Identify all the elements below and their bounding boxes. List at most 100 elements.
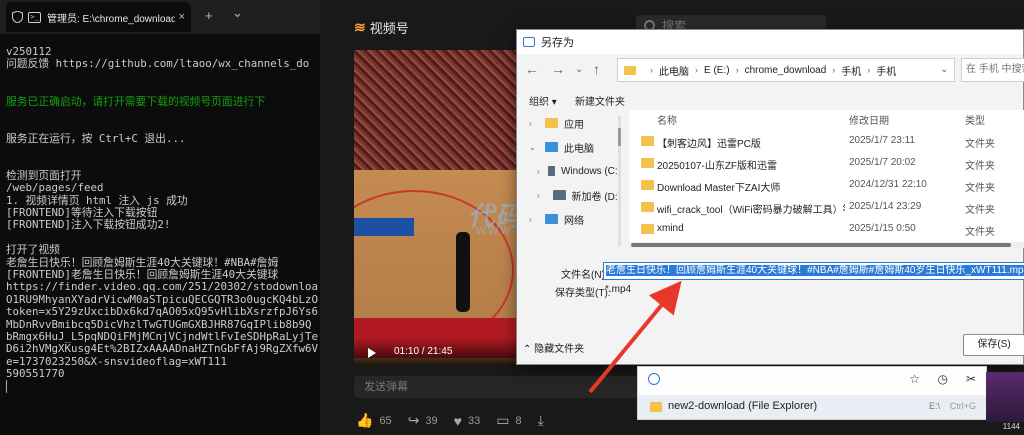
filetype-select[interactable]: *.mp4 [605, 284, 631, 295]
breadcrumb-separator-icon: › [735, 65, 739, 75]
file-row[interactable]: wifi_crack_tool（WiFi密码暴力破解工具）等1... 2025/1… [629, 196, 1024, 218]
chevron-right-icon: › [537, 166, 540, 176]
download-icon: ⤓ [537, 412, 544, 428]
share-button[interactable]: ↪ 39 [408, 412, 438, 429]
file-type: 文件夹 [965, 227, 995, 238]
terminal-line: https://finder.video.qq.com/251/20302/st… [6, 280, 319, 294]
save-as-dialog[interactable]: 另存为 ← → ⌄ ↑ › 此电脑 › E (E:) › chrome_down… [516, 29, 1024, 365]
file-row[interactable]: Download Master下ZAI大师 2024/12/31 22:10 文件夹 [629, 174, 1024, 196]
terminal-line: /web/pages/feed [6, 181, 104, 195]
terminal-line: ▏ [6, 379, 13, 393]
hide-folders-toggle[interactable]: ⌃ 隐藏文件夹 [523, 340, 584, 355]
nav-item-d-drive[interactable]: › 新加卷 (D:) [517, 184, 621, 206]
terminal-tab-title: 管理员: E:\chrome_download\ [47, 13, 175, 25]
star-icon[interactable]: ☆ [909, 372, 920, 386]
terminal-line: 打开了视频 [6, 243, 60, 257]
breadcrumb-item[interactable]: chrome_download [745, 65, 827, 76]
launcher-result-item[interactable]: new2-download (File Explorer) E:\ Ctrl+G [638, 395, 986, 419]
save-button[interactable]: 保存(S) [963, 334, 1024, 356]
scrollbar-thumb[interactable] [618, 128, 621, 146]
computer-icon [545, 142, 558, 152]
nav-item-label: 此电脑 [564, 143, 594, 155]
window-icon [523, 37, 535, 47]
forward-icon[interactable]: → [551, 61, 565, 77]
new-tab-button[interactable]: + [205, 9, 213, 23]
file-row[interactable]: xmind 2025/1/15 0:50 文件夹 [629, 218, 1024, 240]
play-icon[interactable] [368, 348, 376, 358]
filename-value: 老詹生日快乐！回顾詹姆斯生涯40大关键球！#NBA#詹姆斯#詹姆斯40岁生日快乐… [606, 265, 1024, 276]
filetype-label: 保存类型(T): [555, 288, 611, 299]
comment-icon: ▭ [496, 412, 510, 428]
column-header-name[interactable]: 名称 [657, 112, 677, 127]
launcher-search-bar[interactable]: ☆ ◷ ✂ [638, 367, 986, 393]
clock-icon[interactable]: ◷ [938, 372, 948, 386]
tools-icon[interactable]: ✂ [966, 372, 976, 386]
comment-button[interactable]: ▭ 8 [496, 412, 521, 429]
terminal-output[interactable]: v250112 问题反馈 https://github.com/ltaoo/wx_… [0, 34, 320, 435]
breadcrumb-item[interactable]: 手机 [841, 63, 861, 78]
file-type: 文件夹 [965, 205, 995, 216]
breadcrumb-item[interactable]: 手机 [876, 63, 896, 78]
channels-logo[interactable]: ≋ 视频号 [354, 18, 409, 37]
up-icon[interactable]: ↑ [593, 61, 600, 77]
launcher-item-shortcut: Ctrl+G [949, 401, 976, 411]
file-date: 2024/12/31 22:10 [849, 179, 927, 190]
action-bar: 👍 65 ↪ 39 ♥ 33 ▭ 8 ⤓ [356, 412, 566, 429]
chevron-right-icon: › [529, 214, 532, 224]
file-name: 20250107-山东ZF版和迅雷 [657, 161, 778, 172]
network-icon [545, 214, 558, 224]
breadcrumb-item[interactable]: 此电脑 [659, 63, 689, 78]
tab-dropdown-icon[interactable]: ⌄ [232, 6, 243, 20]
comment-count: 8 [515, 414, 522, 427]
breadcrumb-item[interactable]: E (E:) [704, 65, 730, 76]
organize-button[interactable]: 组织 ▾ [529, 93, 557, 108]
file-name: Download Master下ZAI大师 [657, 183, 781, 194]
terminal-tab[interactable]: >_ 管理员: E:\chrome_download\ × [6, 2, 191, 32]
close-tab-icon[interactable]: × [179, 11, 185, 23]
new-folder-button[interactable]: 新建文件夹 [575, 93, 625, 108]
scrollbar-thumb[interactable] [631, 243, 1011, 247]
nav-item-c-drive[interactable]: › Windows (C:) [517, 160, 621, 182]
search-icon [648, 373, 660, 385]
breadcrumb-separator-icon: › [695, 65, 698, 75]
file-row[interactable]: 20250107-山东ZF版和迅雷 2025/1/7 20:02 文件夹 [629, 152, 1024, 174]
chevron-down-icon[interactable]: ⌄ [940, 64, 948, 75]
folder-icon [650, 402, 662, 412]
folder-icon [641, 180, 654, 190]
filename-input[interactable]: 老詹生日快乐！回顾詹姆斯生涯40大关键球！#NBA#詹姆斯#詹姆斯40岁生日快乐… [603, 262, 1024, 280]
terminal-window[interactable]: >_ 管理员: E:\chrome_download\ × + ⌄ v25011… [0, 0, 320, 435]
terminal-line: token=x5Y29zUxcibDx6kd7qAO05xQ95vHlibXsr… [6, 305, 319, 319]
recent-chevron-icon[interactable]: ⌄ [575, 64, 583, 75]
file-name: wifi_crack_tool（WiFi密码暴力破解工具）等1... [657, 205, 845, 216]
launcher-popup[interactable]: ☆ ◷ ✂ new2-download (File Explorer) E:\ … [637, 366, 987, 420]
address-bar[interactable]: › 此电脑 › E (E:) › chrome_download › 手机 › … [617, 58, 955, 82]
like-button[interactable]: 👍 65 [356, 412, 392, 429]
terminal-line: 问题反馈 https://github.com/ltaoo/wx_channel… [6, 57, 310, 71]
file-list: 名称 修改日期 类型 【刺客边风】迅雷PC版 2025/1/7 23:11 文件夹 2… [629, 110, 1024, 246]
dialog-search-input[interactable]: 在 手机 中搜索 [961, 58, 1024, 82]
back-icon[interactable]: ← [525, 61, 539, 77]
breadcrumb-separator-icon: › [650, 65, 653, 75]
file-type: 文件夹 [965, 139, 995, 150]
corner-thumbnail [986, 372, 1024, 422]
folder-icon [545, 118, 558, 128]
nav-item-this-pc[interactable]: ⌄ 此电脑 [517, 136, 621, 158]
column-header-date[interactable]: 修改日期 [849, 112, 889, 127]
nav-item-label: 新加卷 (D:) [571, 191, 621, 203]
column-header-type[interactable]: 类型 [965, 112, 985, 127]
danmu-input[interactable]: 发送弹幕 [354, 376, 654, 398]
video-board [354, 218, 414, 236]
favorite-button[interactable]: ♥ 33 [454, 413, 481, 429]
nav-scrollbar[interactable] [618, 116, 621, 246]
file-type: 文件夹 [965, 161, 995, 172]
download-button[interactable]: ⤓ [538, 412, 550, 429]
nav-item-apps[interactable]: › 应用 [517, 112, 621, 134]
file-list-scrollbar[interactable] [629, 242, 1024, 248]
folder-icon [641, 224, 654, 234]
file-row[interactable]: 【刺客边风】迅雷PC版 2025/1/7 23:11 文件夹 [629, 130, 1024, 152]
folder-icon [641, 136, 654, 146]
nav-item-network[interactable]: › 网络 [517, 208, 621, 230]
